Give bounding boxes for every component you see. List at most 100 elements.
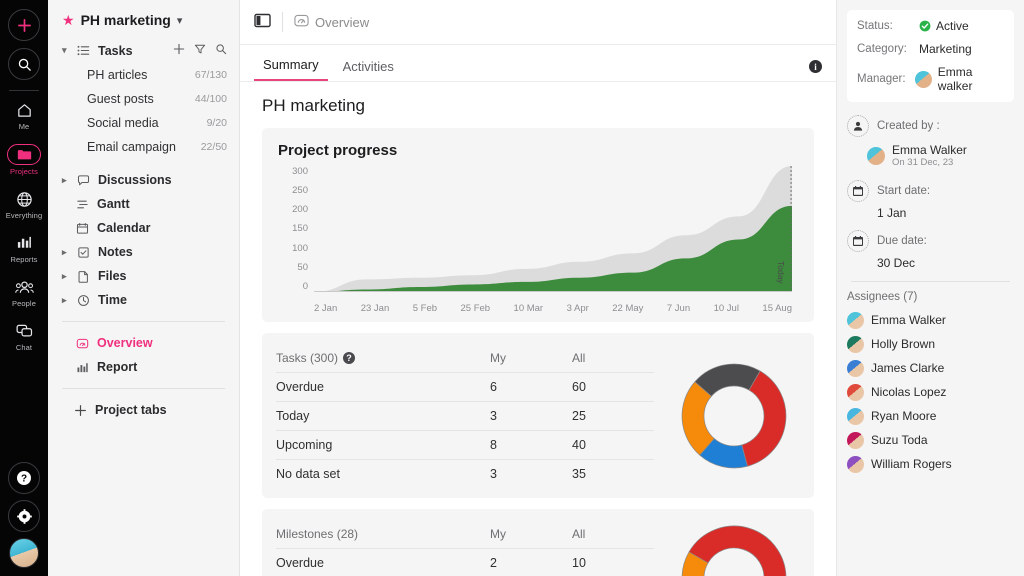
people-icon	[15, 277, 34, 297]
assignee-name: Nicolas Lopez	[871, 385, 946, 399]
task-count: 22/50	[201, 141, 227, 153]
user-avatar[interactable]	[9, 538, 39, 568]
assignee-row[interactable]: Ryan Moore	[847, 404, 1014, 428]
y-tick: 250	[292, 185, 308, 196]
row-label: No data set	[276, 467, 490, 481]
tab-summary[interactable]: Summary	[254, 53, 328, 81]
sidebar-task-guest-posts[interactable]: Guest posts 44/100	[48, 87, 239, 111]
table-row[interactable]: No data set 3 35	[276, 459, 654, 488]
rail-divider	[9, 90, 39, 91]
col-all: All	[572, 351, 654, 365]
item-label: Project tabs	[95, 403, 167, 417]
x-tick: 22 May	[612, 303, 643, 314]
tasks-donut-chart	[654, 337, 814, 494]
row-all: 35	[572, 467, 654, 481]
plus-icon[interactable]	[173, 43, 185, 58]
manager-value-group[interactable]: Emma walker	[915, 65, 1004, 93]
assignee-row[interactable]: Nicolas Lopez	[847, 380, 1014, 404]
sidebar-item-files[interactable]: ▸ Files	[48, 264, 239, 288]
project-progress-card: Project progress 300 250 200 150 100 50 …	[262, 128, 814, 322]
task-label: PH articles	[87, 68, 195, 82]
chart-title: Project progress	[278, 142, 798, 159]
creator-info: Emma Walker On 31 Dec, 23	[892, 143, 967, 168]
created-by-block: Created by : Emma Walker On 31 Dec, 23	[847, 115, 1014, 168]
table-row[interactable]: Today 3 25	[276, 401, 654, 430]
assignee-row[interactable]: Emma Walker	[847, 308, 1014, 332]
rail-item-me[interactable]: Me	[0, 100, 48, 131]
gantt-icon	[76, 198, 90, 211]
item-label: Overview	[97, 336, 153, 350]
assignee-name: Emma Walker	[871, 313, 946, 327]
assignee-row[interactable]: Suzu Toda	[847, 428, 1014, 452]
sidebar-item-time[interactable]: ▸ Time	[48, 288, 239, 312]
project-header[interactable]: ★ PH marketing ▾	[48, 0, 239, 38]
add-button[interactable]	[8, 9, 40, 41]
manager-row: Manager: Emma walker	[857, 65, 1004, 93]
chevron-down-icon[interactable]: ▾	[177, 14, 183, 27]
panel-toggle-icon[interactable]	[254, 13, 271, 31]
rail-item-reports[interactable]: Reports	[0, 233, 48, 264]
sidebar-item-overview[interactable]: Overview	[48, 331, 239, 355]
assignee-row[interactable]: James Clarke	[847, 356, 1014, 380]
item-label: Calendar	[97, 221, 151, 235]
search-icon[interactable]	[8, 48, 40, 80]
milestones-title: Milestones (28)	[276, 527, 490, 541]
sidebar-task-email-campaign[interactable]: Email campaign 22/50	[48, 135, 239, 159]
start-date-label: Start date:	[877, 185, 930, 197]
chart-x-axis: 2 Jan 23 Jan 5 Feb 25 Feb 10 Mar 3 Apr 2…	[314, 303, 792, 314]
sidebar-item-discussions[interactable]: ▸ Discussions	[48, 168, 239, 192]
help-icon[interactable]: ?	[8, 462, 40, 494]
rail-item-everything[interactable]: Everything	[0, 189, 48, 220]
filter-icon[interactable]	[194, 43, 206, 58]
chevron-right-icon[interactable]: ▸	[62, 247, 71, 258]
add-project-tab-button[interactable]: Project tabs	[48, 398, 239, 422]
avatar	[915, 71, 932, 88]
assignee-name: Holly Brown	[871, 337, 935, 351]
search-icon[interactable]	[215, 43, 227, 58]
sidebar-task-ph-articles[interactable]: PH articles 67/130	[48, 63, 239, 87]
status-label: Status:	[857, 20, 919, 32]
rail-label: Everything	[6, 211, 42, 220]
chevron-right-icon[interactable]: ▸	[62, 271, 71, 282]
table-row[interactable]: Overdue 6 60	[276, 372, 654, 401]
item-label: Time	[98, 293, 227, 307]
gear-icon[interactable]	[8, 500, 40, 532]
chevron-right-icon[interactable]: ▸	[62, 295, 71, 306]
table-row[interactable]: Upcoming 8 40	[276, 430, 654, 459]
rail-item-people[interactable]: People	[0, 277, 48, 308]
sidebar-item-notes[interactable]: ▸ Notes	[48, 240, 239, 264]
info-icon[interactable]: i	[809, 60, 822, 73]
breadcrumb[interactable]: Overview	[294, 13, 369, 31]
rail-label: People	[12, 299, 36, 308]
table-row[interactable]: Overdue 2 10	[276, 548, 654, 576]
note-icon	[77, 246, 92, 259]
assignee-row[interactable]: Holly Brown	[847, 332, 1014, 356]
sidebar-item-report[interactable]: Report	[48, 355, 239, 379]
question-icon[interactable]: ?	[343, 352, 355, 364]
start-date-row: Start date:	[847, 180, 1014, 202]
rail-item-projects[interactable]: Projects	[0, 144, 48, 176]
chevron-right-icon[interactable]: ▸	[62, 175, 71, 186]
person-icon	[847, 115, 869, 137]
rail-item-chat[interactable]: Chat	[0, 321, 48, 352]
section-actions	[173, 43, 227, 58]
sidebar-task-social-media[interactable]: Social media 9/20	[48, 111, 239, 135]
table-header: Tasks (300) ? My All	[276, 343, 654, 372]
svg-text:?: ?	[21, 474, 27, 485]
gauge-icon	[294, 13, 309, 31]
x-tick: 15 Aug	[762, 303, 792, 314]
col-all: All	[572, 527, 654, 541]
manager-label: Manager:	[857, 73, 915, 85]
assignee-name: William Rogers	[871, 457, 952, 471]
sidebar-section-tasks[interactable]: ▾ Tasks	[48, 38, 239, 63]
row-all: 25	[572, 409, 654, 423]
check-circle-icon	[919, 20, 931, 32]
sidebar-item-gantt[interactable]: Gantt	[48, 192, 239, 216]
chevron-down-icon[interactable]: ▾	[62, 45, 71, 56]
assignee-name: James Clarke	[871, 361, 944, 375]
assignee-name: Ryan Moore	[871, 409, 936, 423]
sidebar-item-calendar[interactable]: Calendar	[48, 216, 239, 240]
assignee-row[interactable]: William Rogers	[847, 452, 1014, 476]
star-icon[interactable]: ★	[62, 13, 75, 27]
tab-activities[interactable]: Activities	[334, 55, 403, 81]
